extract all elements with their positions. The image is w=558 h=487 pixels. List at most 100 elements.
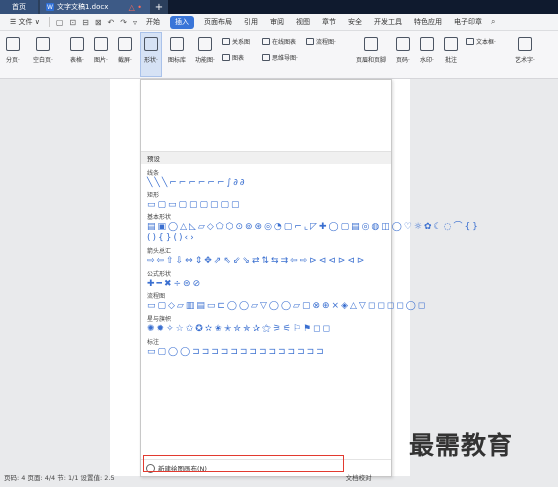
header-footer-button[interactable]: 页眉和页脚 <box>352 33 390 64</box>
page-number-icon <box>396 37 410 51</box>
shape-grid-callouts[interactable]: ▭▢◯◯⊐⊐⊐⊐⊐⊐⊐⊐⊐⊐⊐⊐⊐⊐ <box>147 347 385 357</box>
shape-grid-arrows[interactable]: ⇨⇦⇧⇩⇔⇕✥⇗⇖⇙⇘⇄⇅⇆⇉⇦⇨⊳⊲⊲⊳⊲⊳ <box>147 256 385 267</box>
status-text: 页码: 4 页面: 4/4 节: 1/1 设置值: 2.5 <box>4 473 115 482</box>
flowchart-label: 流程图· <box>316 39 336 46</box>
textbox-icon <box>466 38 474 45</box>
undo-icon[interactable]: ↶ <box>105 18 118 27</box>
icon-library-icon <box>170 37 184 51</box>
screenshot-icon <box>118 37 132 51</box>
chart-label: 图表 <box>232 55 245 62</box>
menu-references[interactable]: 引用 <box>238 16 264 29</box>
mindmap-label: 思维导图· <box>272 55 298 62</box>
chart-button[interactable]: 图表 <box>222 53 244 62</box>
watermark-text: 最需教育 <box>409 431 514 460</box>
chart-icon <box>222 54 230 61</box>
file-menu[interactable]: ☰ 文件 ∨ <box>4 16 46 29</box>
title-bar-background <box>168 0 558 14</box>
shape-dropdown: 预设 线条 ╲╲╲⌐⌐⌐⌐⌐⌐∫∂∂ 矩形 ▭▢▭▢▢▢▢▢▢ 基本形状 ▤▣◯… <box>140 79 478 477</box>
relation-chart-icon <box>222 38 230 45</box>
wordart-button[interactable]: 艺术字· <box>510 33 540 64</box>
dropdown-arrow-icon[interactable]: ▿ <box>130 18 140 27</box>
mindmap-button[interactable]: 思维导图· <box>262 53 298 62</box>
function-chart-icon <box>198 37 212 51</box>
page-number-button[interactable]: 页码· <box>392 33 414 64</box>
menu-developer[interactable]: 开发工具 <box>368 16 408 29</box>
menu-page-layout[interactable]: 页面布局 <box>198 16 238 29</box>
menu-e-seal[interactable]: 电子印章 <box>448 16 488 29</box>
category-equation: 公式形状 <box>147 271 172 278</box>
menu-start[interactable]: 开始 <box>140 16 166 29</box>
redo-icon[interactable]: ↷ <box>117 18 130 27</box>
tab-document[interactable]: W 文字文稿1.docx △ • <box>40 0 150 14</box>
watermark-icon <box>420 37 434 51</box>
category-flowchart: 流程图 <box>147 293 166 300</box>
menu-review[interactable]: 审阅 <box>264 16 290 29</box>
category-lines: 线条 <box>147 170 160 177</box>
function-chart-label: 功能图· <box>195 57 215 64</box>
icon-library-button[interactable]: 图标库 <box>166 33 188 64</box>
shape-button[interactable]: 形状· <box>140 32 162 77</box>
page-number-label: 页码· <box>396 57 410 64</box>
shape-grid-equation[interactable]: ✚━✖÷⊜⊘ <box>147 279 385 289</box>
cover-page-icon <box>6 37 20 51</box>
category-rectangles: 矩形 <box>147 192 160 199</box>
image-icon <box>94 37 108 51</box>
screenshot-button[interactable]: 截屏· <box>114 33 136 64</box>
menu-separator <box>48 17 50 27</box>
comment-button[interactable]: 批注 <box>440 33 462 64</box>
document-tab-label: 文字文稿1.docx <box>57 3 109 11</box>
textbox-button[interactable]: 文本框· <box>466 37 496 46</box>
image-button[interactable]: 图片· <box>90 33 112 64</box>
shape-grid-stars[interactable]: ✺✹✧☆✩✪✫✬✭✮✯✰⚝⚞⚟⚐⚑◻◻ <box>147 324 385 335</box>
shape-grid-rectangles[interactable]: ▭▢▭▢▢▢▢▢▢ <box>147 200 385 210</box>
tab-status-icon[interactable]: △ • <box>129 3 142 12</box>
word-doc-icon: W <box>46 3 54 11</box>
export-icon[interactable]: ⊡ <box>66 18 79 27</box>
print-icon[interactable]: ⊟ <box>79 18 92 27</box>
search-icon[interactable]: ⌕ <box>488 17 498 27</box>
cover-page-button[interactable]: 分页· <box>4 33 22 64</box>
menu-view[interactable]: 视图 <box>290 16 316 29</box>
recent-shapes-area <box>141 80 391 152</box>
save-icon[interactable]: ▢ <box>53 18 67 27</box>
category-callouts: 标注 <box>147 339 160 346</box>
cover-page-label: 分页· <box>6 57 20 64</box>
table-label: 表格· <box>70 57 84 64</box>
blank-page-label: 空白页· <box>33 57 53 64</box>
comment-label: 批注 <box>444 57 457 64</box>
watermark-button[interactable]: 水印· <box>416 33 438 64</box>
title-bar: 首页 W 文字文稿1.docx △ • + <box>0 0 558 14</box>
shape-grid-basic[interactable]: ▤▣◯△◺▱◇⬠⬡⊙⊚⊛◎◔▢⌐⌞◸✚◯▢▤◎◍◫◯♡☼✿☾◌⌒{}(){}()… <box>147 222 478 244</box>
menu-insert[interactable]: 插入 <box>169 15 194 29</box>
flowchart-icon <box>306 38 314 45</box>
online-chart-label: 在线图表 <box>272 39 297 46</box>
new-tab-button[interactable]: + <box>150 0 168 14</box>
shape-grid-lines[interactable]: ╲╲╲⌐⌐⌐⌐⌐⌐∫∂∂ <box>147 178 385 188</box>
comment-icon <box>444 37 458 51</box>
menu-security[interactable]: 安全 <box>342 16 368 29</box>
function-chart-button[interactable]: 功能图· <box>192 33 218 64</box>
icon-library-label: 图标库 <box>167 57 186 64</box>
preview-icon[interactable]: ⊠ <box>92 18 105 27</box>
menu-section[interactable]: 章节 <box>316 16 342 29</box>
menu-special[interactable]: 特色应用 <box>408 16 448 29</box>
menu-bar: ☰ 文件 ∨ ▢ ⊡ ⊟ ⊠ ↶ ↷ ▿ 开始 插入 页面布局 引用 审阅 视图… <box>0 14 558 31</box>
table-icon <box>70 37 84 51</box>
table-button[interactable]: 表格· <box>66 33 88 64</box>
blank-page-icon <box>36 37 50 51</box>
shape-label: 形状· <box>144 57 158 64</box>
shape-grid-flowchart[interactable]: ▭▢◇▱▥▤▭⊏◯◯▱▽◯◯▱▢⊗⊕⨯◈△▽◻◻◻◻◯◻ <box>147 301 425 312</box>
blank-page-button[interactable]: 空白页· <box>24 33 62 64</box>
mindmap-icon <box>262 54 270 61</box>
proofread-status[interactable]: 文档校对 <box>346 472 372 482</box>
category-arrows: 箭头总汇 <box>147 248 172 255</box>
ribbon-toolbar: 分页· 空白页· 表格· 图片· 截屏· 形状· 图标库 功能图· 关系图 图表… <box>0 31 558 79</box>
wordart-icon <box>518 37 532 51</box>
tab-home[interactable]: 首页 <box>0 0 38 14</box>
relation-chart-label: 关系图 <box>232 39 251 46</box>
shape-categories: 线条 ╲╲╲⌐⌐⌐⌐⌐⌐∫∂∂ 矩形 ▭▢▭▢▢▢▢▢▢ 基本形状 ▤▣◯△◺▱… <box>141 164 478 357</box>
status-bar: 页码: 4 页面: 4/4 节: 1/1 设置值: 2.5 文档校对 <box>0 466 558 487</box>
flowchart-button[interactable]: 流程图· <box>306 37 336 46</box>
relation-chart-button[interactable]: 关系图 <box>222 37 250 46</box>
online-chart-button[interactable]: 在线图表 <box>262 37 296 46</box>
